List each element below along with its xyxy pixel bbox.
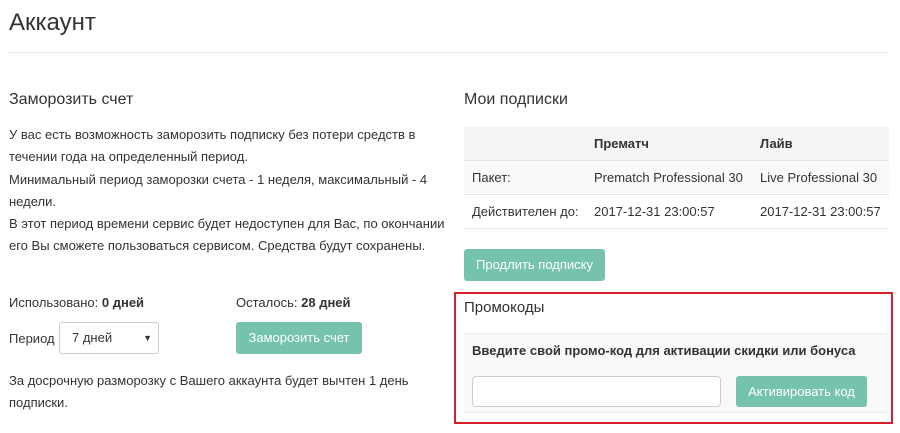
table-cell: 2017-12-31 23:00:57 bbox=[752, 194, 889, 229]
remaining-days-label: Осталось: bbox=[236, 295, 298, 310]
subscriptions-table: Прематч Лайв Пакет: Prematch Professiona… bbox=[464, 126, 889, 229]
title-divider bbox=[9, 52, 889, 53]
table-row: Действителен до: 2017-12-31 23:00:57 201… bbox=[464, 194, 889, 229]
activate-code-button[interactable]: Активировать код bbox=[736, 376, 867, 407]
table-cell: 2017-12-31 23:00:57 bbox=[586, 194, 752, 229]
freeze-description-line-1: У вас есть возможность заморозить подпис… bbox=[9, 127, 416, 165]
subscriptions-section-title: Мои подписки bbox=[464, 91, 568, 108]
used-days-label: Использовано: bbox=[9, 295, 99, 310]
freeze-description-line-2: Минимальный период заморозки счета - 1 н… bbox=[9, 171, 428, 209]
caret-down-icon: ▼ bbox=[143, 333, 152, 343]
early-unfreeze-note: За досрочную разморозку с Вашего аккаунт… bbox=[9, 373, 409, 410]
table-cell: Live Professional 30 bbox=[752, 160, 889, 195]
remaining-days-stat: Осталось: 28 дней bbox=[236, 294, 351, 312]
table-cell: Prematch Professional 30 bbox=[586, 160, 752, 195]
promo-code-input[interactable] bbox=[472, 376, 721, 407]
extend-subscription-button[interactable]: Продлить подписку bbox=[464, 249, 605, 281]
used-days-value: 0 дней bbox=[101, 295, 145, 310]
period-select[interactable]: 7 дней ▼ bbox=[59, 322, 159, 354]
page-title: Аккаунт bbox=[9, 9, 96, 36]
promo-section-title: Промокоды bbox=[464, 299, 545, 316]
freeze-account-button[interactable]: Заморозить счет bbox=[236, 322, 362, 354]
remaining-days-value: 28 дней bbox=[301, 295, 351, 310]
period-select-value: 7 дней bbox=[72, 330, 113, 345]
table-header-cell bbox=[464, 126, 586, 161]
table-header-row: Прематч Лайв bbox=[464, 126, 889, 161]
freeze-section-title: Заморозить счет bbox=[9, 91, 134, 108]
table-cell: Пакет: bbox=[464, 160, 586, 195]
table-header-live: Лайв bbox=[752, 126, 889, 161]
used-days-stat: Использовано: 0 дней bbox=[9, 294, 144, 312]
period-label: Период bbox=[9, 331, 55, 346]
freeze-description-line-3: В этот период времени сервис будет недос… bbox=[9, 216, 445, 254]
table-row: Пакет: Prematch Professional 30 Live Pro… bbox=[464, 160, 889, 195]
promo-code-label: Введите свой промо-код для активации ски… bbox=[472, 343, 856, 358]
table-cell: Действителен до: bbox=[464, 194, 586, 229]
table-header-prematch: Прематч bbox=[586, 126, 752, 161]
freeze-description: У вас есть возможность заморозить подпис… bbox=[9, 124, 449, 258]
